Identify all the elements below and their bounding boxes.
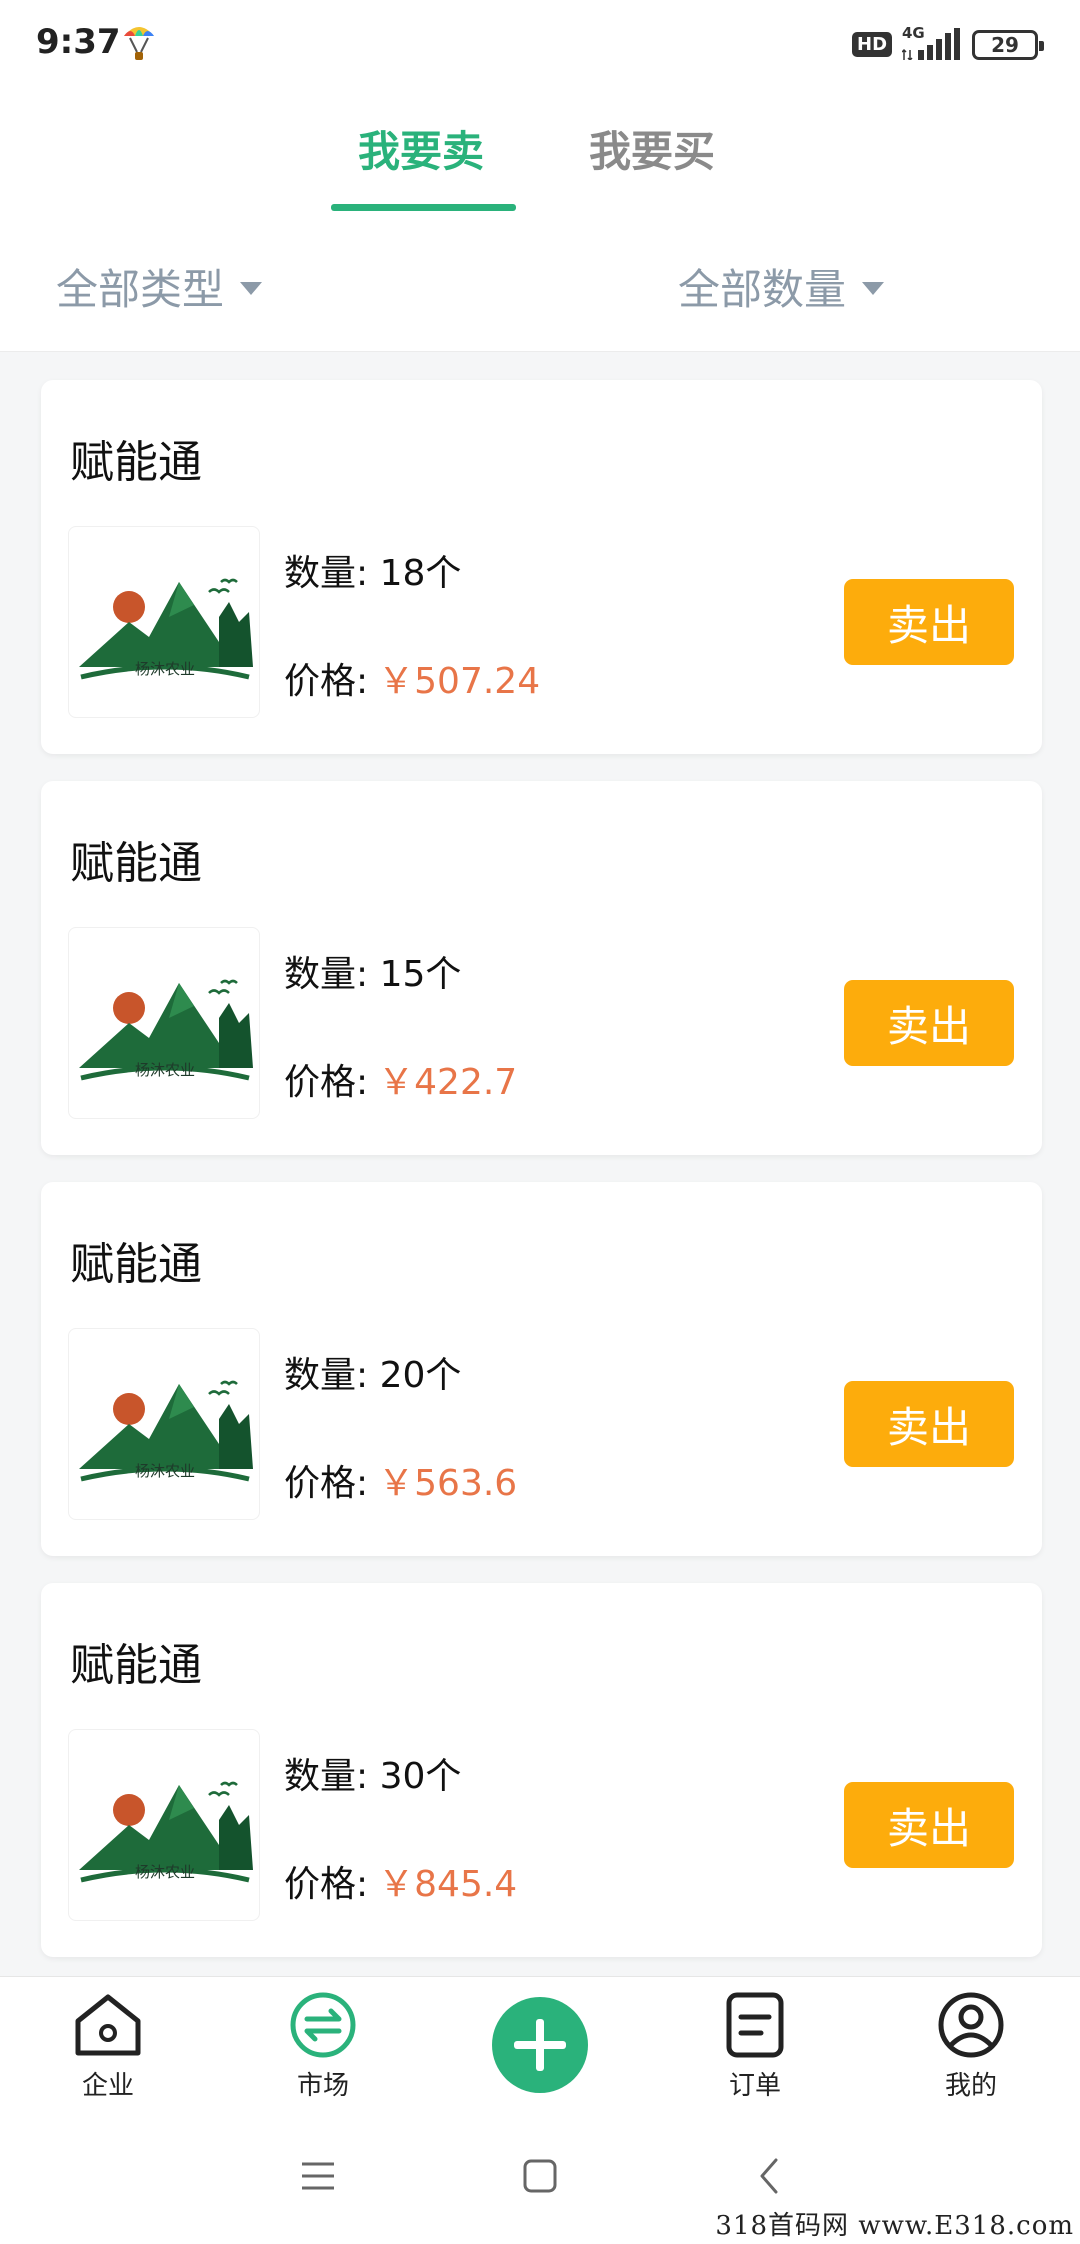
price-text: 价格: ￥507.24 (284, 661, 541, 702)
quantity-text: 数量: 18个 (284, 553, 462, 594)
listing-card: 赋能通 杨沐农业 数量: 18个 价格: ￥507.24 卖出 (41, 380, 1042, 754)
listing-title: 赋能通 (70, 838, 202, 889)
status-bar: 9:37 HD 4G 29 (0, 0, 1080, 90)
sell-button[interactable]: 卖出 (844, 1782, 1014, 1868)
product-logo: 杨沐农业 (68, 526, 260, 718)
bottom-nav: 企业 市场 订单 我的 (0, 1976, 1080, 2114)
sell-button[interactable]: 卖出 (844, 1381, 1014, 1467)
listing-card: 赋能通 杨沐农业 数量: 20个 价格: ￥563.6 卖出 (41, 1182, 1042, 1556)
quantity-text: 数量: 30个 (284, 1756, 462, 1797)
nav-item-wode[interactable]: 我的 (896, 1991, 1046, 2102)
price-value: ￥422.7 (378, 1062, 518, 1103)
battery-indicator: 29 (972, 30, 1044, 60)
svg-text:杨沐农业: 杨沐农业 (135, 1462, 195, 1480)
mountain-logo-icon: 杨沐农业 (79, 1380, 253, 1482)
nav-label: 订单 (728, 2071, 781, 2101)
price-value: ￥563.6 (378, 1463, 518, 1504)
nav-label: 我的 (944, 2071, 997, 2101)
filter-type-dropdown[interactable]: 全部类型 (56, 256, 263, 317)
price-value: ￥507.24 (378, 661, 541, 702)
listing-card: 赋能通 杨沐农业 数量: 30个 价格: ￥845.4 卖出 (41, 1583, 1042, 1957)
nav-item-qiye[interactable]: 企业 (33, 1991, 183, 2102)
quantity-text: 数量: 20个 (284, 1355, 462, 1396)
home-icon (75, 1994, 141, 2056)
signal-icon (902, 28, 960, 60)
hd-badge: HD (852, 32, 893, 57)
home-square-icon[interactable] (522, 2158, 558, 2194)
balloon-icon (124, 27, 154, 60)
system-nav-bar: 318首码网 www.E318.com (0, 2114, 1080, 2244)
add-button[interactable] (492, 1997, 588, 2093)
sell-button[interactable]: 卖出 (844, 980, 1014, 1066)
tab-sell[interactable]: 我要卖 (358, 118, 484, 179)
filter-type-label: 全部类型 (56, 265, 225, 314)
status-time: 9:37 (36, 22, 121, 62)
nav-item-shichang[interactable]: 市场 (248, 1991, 398, 2102)
svg-text:杨沐农业: 杨沐农业 (135, 1061, 195, 1079)
nav-label: 市场 (296, 2071, 349, 2101)
sell-button[interactable]: 卖出 (844, 579, 1014, 665)
product-logo: 杨沐农业 (68, 927, 260, 1119)
nav-label: 企业 (81, 2071, 134, 2101)
nav-item-dingdan[interactable]: 订单 (680, 1991, 830, 2102)
caret-down-icon (862, 282, 885, 295)
user-icon (938, 1992, 1004, 2058)
listing-title: 赋能通 (70, 1640, 202, 1691)
mountain-logo-icon: 杨沐农业 (79, 979, 253, 1081)
listing-title: 赋能通 (70, 1239, 202, 1290)
header: 我要卖 我要买 全部类型 全部数量 (0, 90, 1080, 352)
tab-underline (331, 204, 516, 211)
svg-text:杨沐农业: 杨沐农业 (135, 660, 195, 678)
listing-card: 赋能通 杨沐农业 数量: 15个 价格: ￥422.7 卖出 (41, 781, 1042, 1155)
listing-title: 赋能通 (70, 437, 202, 488)
filter-quantity-dropdown[interactable]: 全部数量 (678, 256, 885, 317)
mountain-logo-icon: 杨沐农业 (79, 1781, 253, 1883)
back-icon[interactable] (752, 2158, 788, 2194)
price-text: 价格: ￥845.4 (284, 1864, 518, 1905)
product-logo: 杨沐农业 (68, 1729, 260, 1921)
caret-down-icon (240, 282, 263, 295)
menu-icon[interactable] (300, 2158, 336, 2194)
mountain-logo-icon: 杨沐农业 (79, 578, 253, 680)
quantity-text: 数量: 15个 (284, 954, 462, 995)
watermark: 318首码网 www.E318.com (715, 2211, 1074, 2241)
price-text: 价格: ￥422.7 (284, 1062, 518, 1103)
svg-text:杨沐农业: 杨沐农业 (135, 1863, 195, 1881)
tab-buy[interactable]: 我要买 (589, 118, 715, 179)
filter-quantity-label: 全部数量 (678, 265, 847, 314)
price-text: 价格: ￥563.6 (284, 1463, 518, 1504)
order-icon (726, 1992, 784, 2058)
price-value: ￥845.4 (378, 1864, 518, 1905)
exchange-icon (290, 1992, 356, 2058)
product-logo: 杨沐农业 (68, 1328, 260, 1520)
